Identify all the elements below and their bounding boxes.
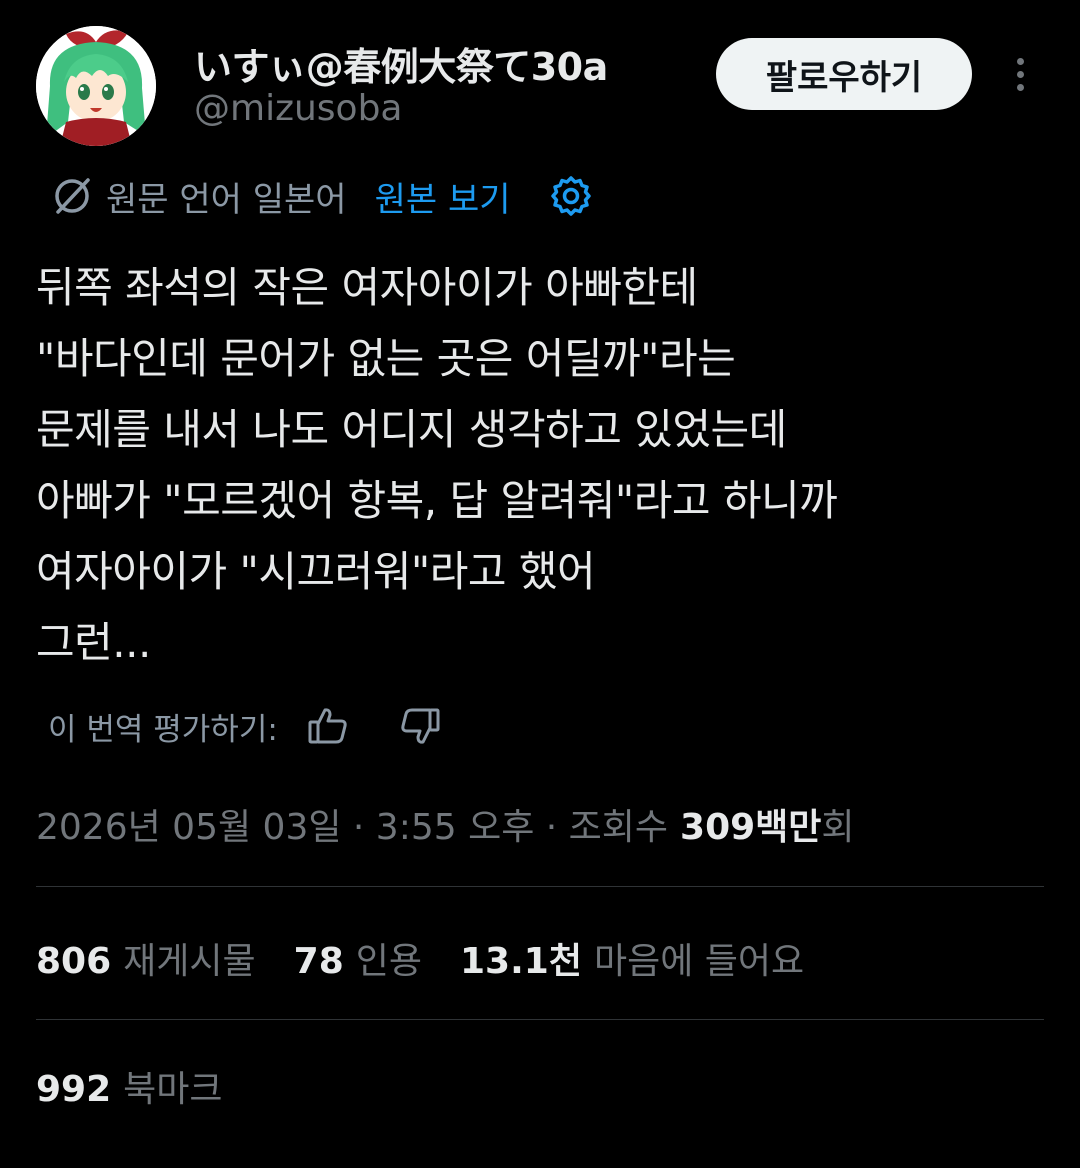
display-name[interactable]: いすぃ@春例大祭て30a (194, 36, 608, 91)
tweet-line: 문제를 내서 나도 어디지 생각하고 있었는데 (36, 405, 787, 454)
tweet-line: "바다인데 문어가 없는 곳은 어딜까"라는 (36, 334, 736, 383)
more-vertical-icon[interactable] (1002, 48, 1038, 100)
thumbs-up-icon[interactable] (306, 704, 350, 748)
bookmarks-label: 북마크 (123, 1069, 223, 1110)
divider (36, 1019, 1044, 1020)
translate-icon (55, 178, 90, 214)
gear-icon[interactable] (549, 174, 593, 218)
quotes-label: 인용 (355, 941, 422, 982)
dot (1016, 83, 1024, 91)
avatar[interactable] (36, 26, 156, 146)
tweet-line: 여자아이가 "시끄러워"라고 했어 (36, 547, 596, 596)
tweet-line: 뒤쪽 좌석의 작은 여자아이가 아빠한테 (36, 263, 698, 312)
view-count: 309백만 (680, 807, 822, 848)
view-count-suffix: 회 (821, 807, 855, 848)
rate-translation-label: 이 번역 평가하기: (48, 711, 278, 748)
reposts-count: 806 (36, 941, 112, 982)
dot (1016, 70, 1024, 78)
bookmarks-stat[interactable]: 992 북마크 (36, 1060, 223, 1120)
likes-label: 마음에 들어요 (593, 941, 805, 982)
tweet-line: 그런... (36, 618, 151, 667)
follow-button[interactable]: 팔로우하기 (716, 38, 972, 110)
likes-count: 13.1천 (460, 941, 582, 982)
quotes-count: 78 (293, 941, 344, 982)
tweet-meta: 2026년 05월 03일 · 3:55 오후 · 조회수 309백만 회 (36, 796, 855, 852)
tweet-header: いすぃ@春例大祭て30a @mizusoba 팔로우하기 (36, 26, 1044, 150)
engagement-stats: 806 재게시물 78 인용 13.1천 마음에 들어요 (36, 928, 842, 988)
avatar-image (36, 26, 156, 146)
tweet-line: 아빠가 "모르겠어 항복, 답 알려줘"라고 하니까 (36, 476, 838, 525)
tweet-text: 뒤쪽 좌석의 작은 여자아이가 아빠한테 "바다인데 문어가 없는 곳은 어딜까… (36, 252, 1044, 678)
user-handle[interactable]: @mizusoba (194, 88, 402, 129)
tweet-datetime[interactable]: 2026년 05월 03일 · 3:55 오후 · 조회수 (36, 798, 668, 850)
reposts-stat[interactable]: 806 재게시물 (36, 932, 256, 984)
translation-notice: 원문 언어 일본어 원본 보기 (50, 168, 593, 224)
reposts-label: 재게시물 (123, 941, 256, 982)
bookmarks-count: 992 (36, 1069, 112, 1110)
divider (36, 886, 1044, 887)
view-original-link[interactable]: 원본 보기 (375, 172, 511, 221)
dot (1016, 57, 1024, 65)
thumbs-down-icon[interactable] (398, 704, 442, 748)
source-language-label: 원문 언어 일본어 (106, 179, 347, 220)
translation-rating: 이 번역 평가하기: (48, 698, 442, 754)
quotes-stat[interactable]: 78 인용 (294, 932, 422, 984)
likes-stat[interactable]: 13.1천 마음에 들어요 (460, 932, 804, 984)
